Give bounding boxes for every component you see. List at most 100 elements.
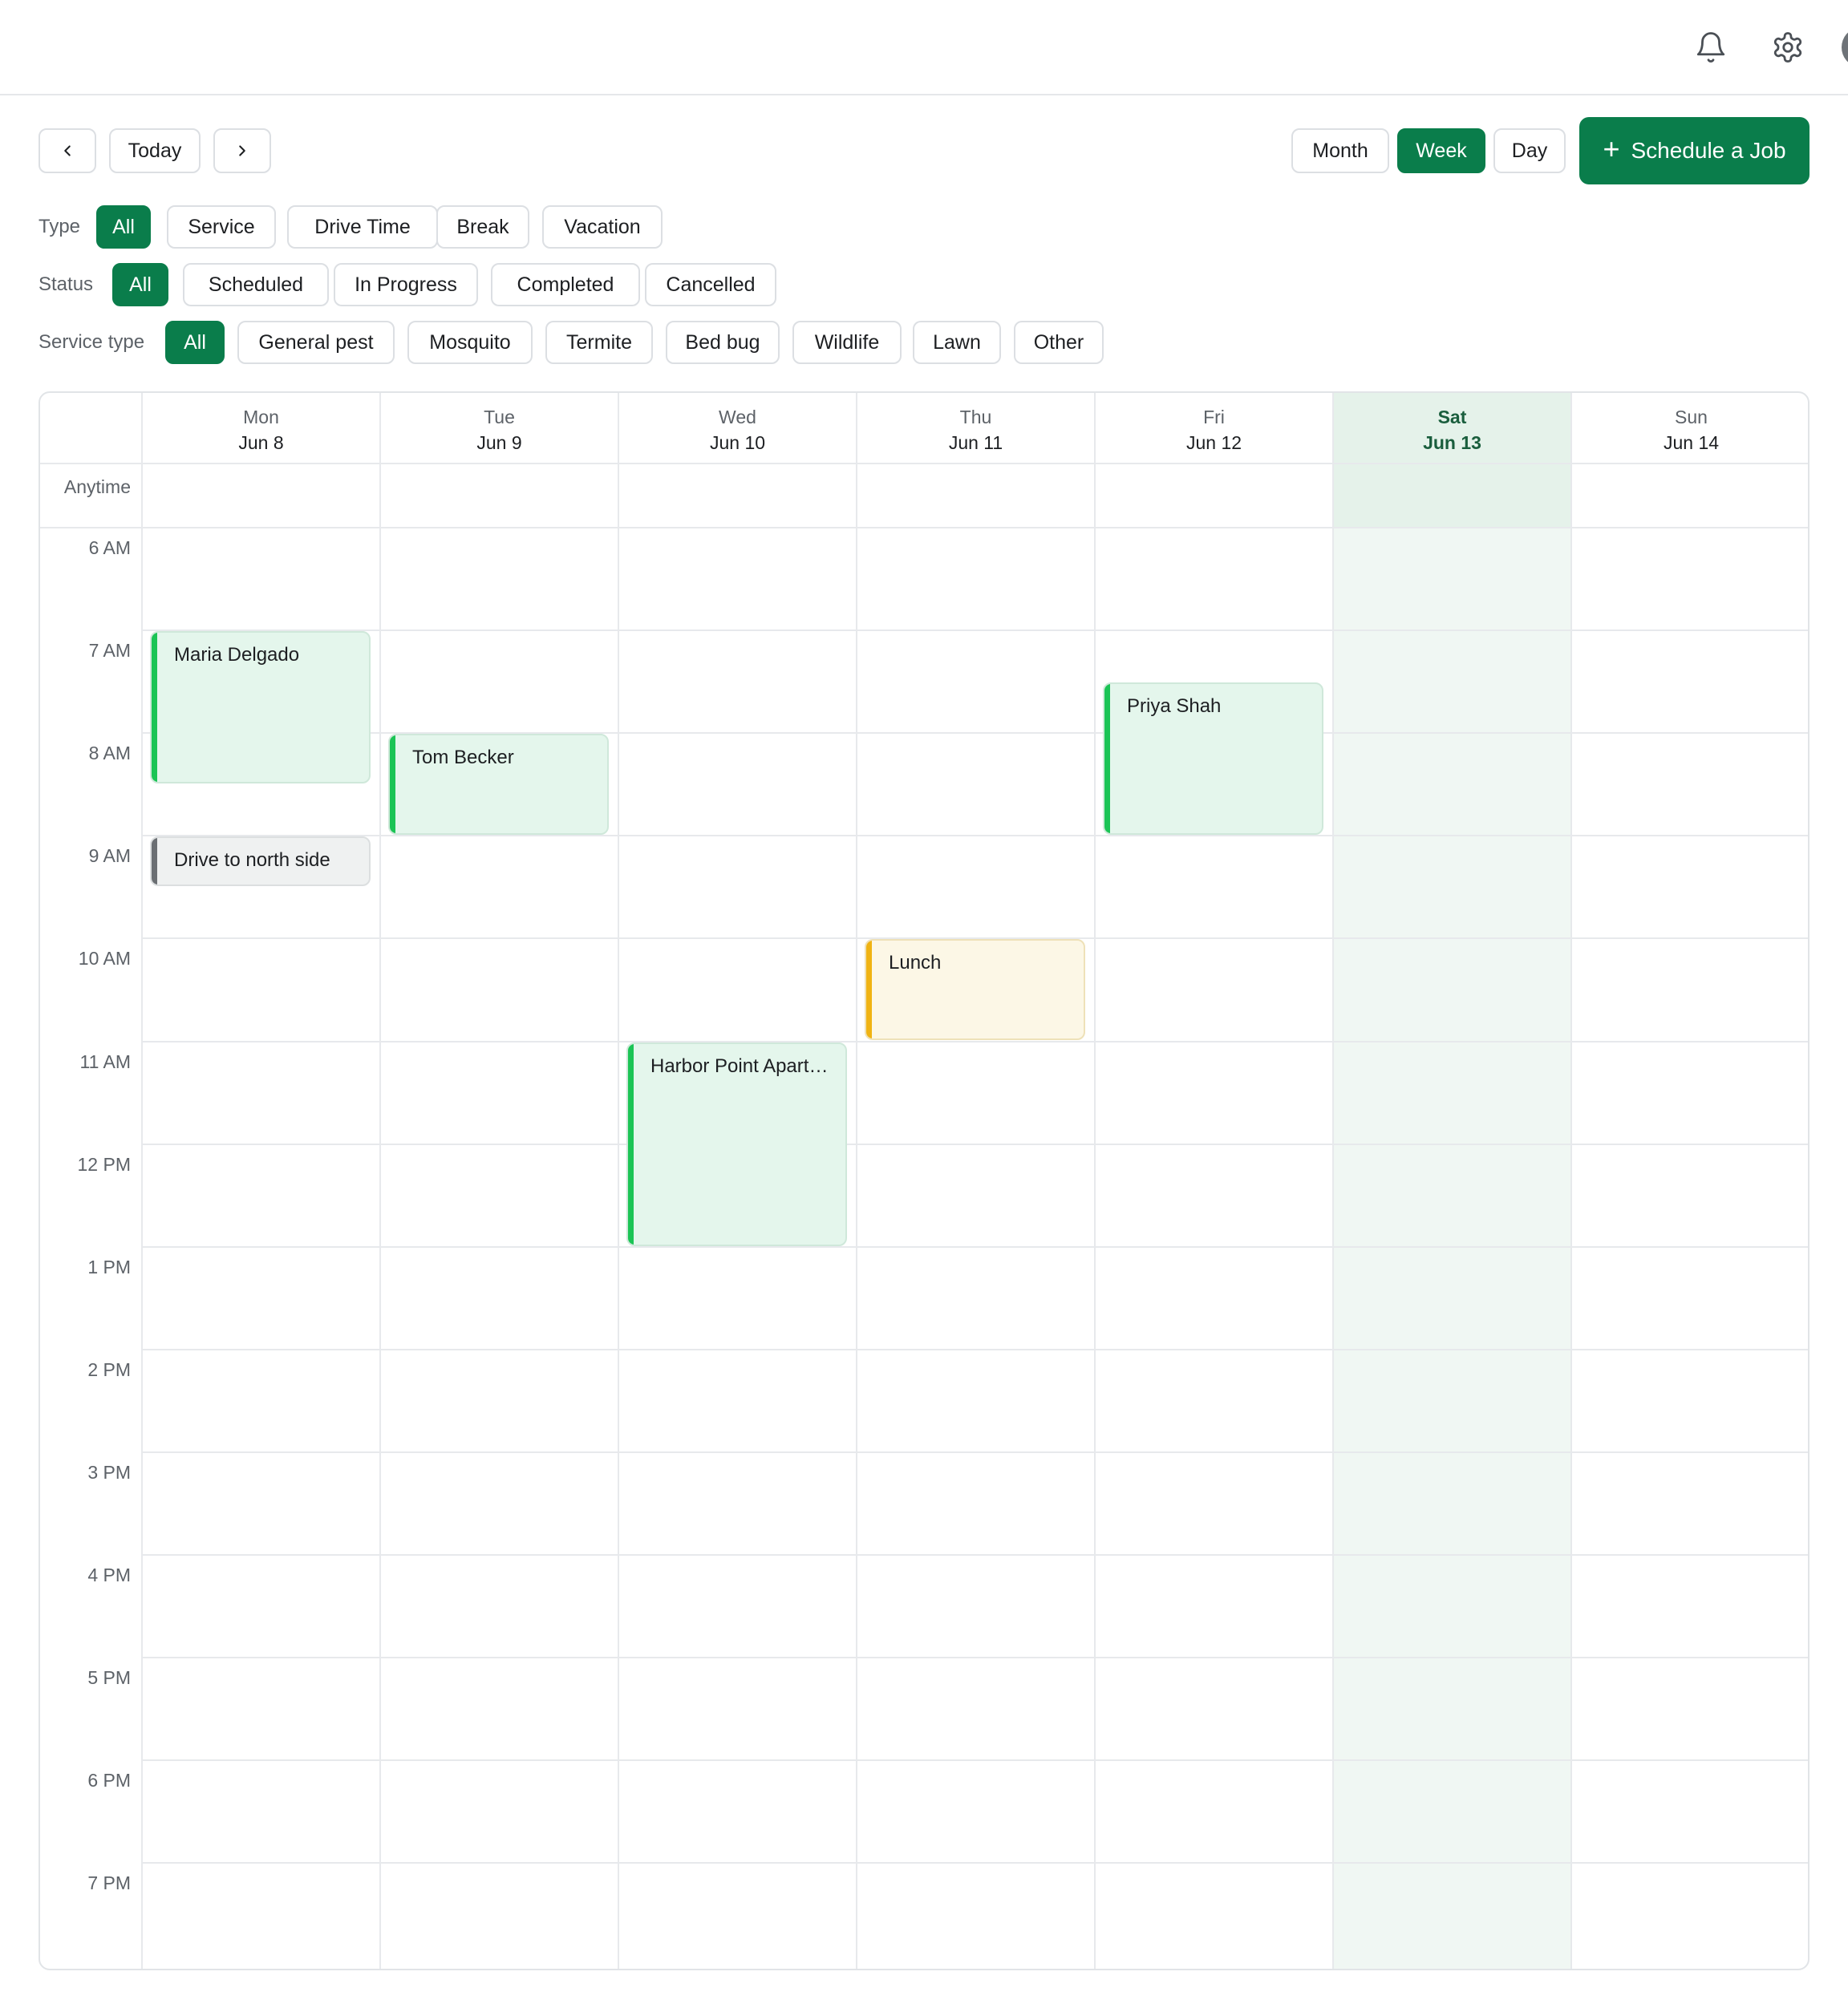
view-day-button[interactable]: Day bbox=[1493, 128, 1566, 173]
chevron-right-icon bbox=[239, 145, 245, 156]
time-label: 6 AM bbox=[88, 537, 131, 558]
avatar[interactable] bbox=[1842, 29, 1848, 66]
event-color-bar bbox=[152, 838, 157, 885]
event-color-bar bbox=[1104, 684, 1110, 834]
filter-chip-type-break[interactable]: Break bbox=[436, 205, 529, 249]
day-date: Jun 14 bbox=[1663, 432, 1720, 453]
filter-chip-service-type-general-pest[interactable]: General pest bbox=[237, 321, 395, 364]
schedule-job-button[interactable]: + Schedule a Job bbox=[1579, 117, 1810, 184]
day-header-wed[interactable]: Wed Jun 10 bbox=[618, 393, 857, 464]
hour-line bbox=[142, 1862, 1808, 1864]
hour-line bbox=[142, 732, 1808, 735]
today-button[interactable]: Today bbox=[109, 128, 201, 173]
filter-chip-status-in-progress[interactable]: In Progress bbox=[334, 263, 478, 306]
time-label: 3 PM bbox=[87, 1461, 131, 1483]
hour-line bbox=[142, 1143, 1808, 1145]
day-header-fri[interactable]: Fri Jun 12 bbox=[1095, 393, 1333, 464]
event-title: Maria Delgado bbox=[174, 644, 300, 666]
event-color-bar bbox=[390, 735, 395, 834]
filter-chip-service-type-termite[interactable]: Termite bbox=[545, 321, 653, 364]
week-calendar: Anytime Mon Jun 8 Tue Jun 9 Wed Jun 10 Thu Jun … bbox=[38, 391, 1810, 1970]
plus-icon: + bbox=[1603, 132, 1620, 165]
day-name: Wed bbox=[719, 407, 756, 427]
time-label: 10 AM bbox=[78, 948, 131, 970]
event-title: Harbor Point Apart… bbox=[650, 1055, 829, 1077]
day-header-mon[interactable]: Mon Jun 8 bbox=[142, 393, 380, 464]
day-header-sun[interactable]: Sun Jun 14 bbox=[1571, 393, 1808, 464]
event-color-bar bbox=[152, 633, 157, 783]
chevron-left-icon bbox=[64, 145, 71, 156]
event-title: Tom Becker bbox=[412, 747, 514, 769]
calendar-event[interactable]: Tom Becker bbox=[388, 734, 609, 836]
day-date: Jun 10 bbox=[709, 432, 766, 453]
time-label: 6 PM bbox=[87, 1770, 131, 1791]
time-label: 5 PM bbox=[87, 1667, 131, 1689]
time-label: 12 PM bbox=[77, 1153, 131, 1175]
event-color-bar bbox=[628, 1043, 634, 1245]
filter-chip-status-all[interactable]: All bbox=[112, 263, 168, 306]
day-name: Sun bbox=[1675, 407, 1708, 427]
prev-week-button[interactable] bbox=[38, 128, 96, 173]
day-name: Tue bbox=[484, 407, 515, 427]
filter-chip-service-type-lawn[interactable]: Lawn bbox=[913, 321, 1001, 364]
filter-chip-type-vacation[interactable]: Vacation bbox=[542, 205, 663, 249]
filter-chip-status-completed[interactable]: Completed bbox=[491, 263, 640, 306]
day-date: Jun 11 bbox=[948, 432, 1003, 453]
top-header bbox=[0, 0, 1848, 95]
day-name: Mon bbox=[243, 407, 279, 427]
filter-chip-status-cancelled[interactable]: Cancelled bbox=[645, 263, 776, 306]
calendar-event[interactable]: Lunch bbox=[865, 939, 1085, 1041]
time-label: 11 AM bbox=[79, 1051, 132, 1072]
filter-chip-service-type-wildlife[interactable]: Wildlife bbox=[792, 321, 902, 364]
event-title: Drive to north side bbox=[174, 849, 330, 872]
day-header-tue[interactable]: Tue Jun 9 bbox=[380, 393, 618, 464]
filter-chip-type-all[interactable]: All bbox=[96, 205, 151, 249]
day-date: Jun 12 bbox=[1185, 432, 1242, 453]
row-divider bbox=[40, 527, 1808, 528]
time-label: 8 AM bbox=[88, 743, 131, 764]
day-name: Sat bbox=[1437, 407, 1467, 427]
hour-line bbox=[142, 1759, 1808, 1762]
day-date: Jun 9 bbox=[476, 432, 522, 453]
event-title: Lunch bbox=[889, 952, 942, 974]
filter-chip-type-service[interactable]: Service bbox=[167, 205, 276, 249]
filter-chip-service-type-bed-bug[interactable]: Bed bug bbox=[666, 321, 780, 364]
hour-line bbox=[142, 1348, 1808, 1350]
schedule-job-label: Schedule a Job bbox=[1631, 138, 1786, 163]
time-label: 7 AM bbox=[88, 640, 131, 662]
anytime-label: Anytime bbox=[63, 476, 131, 497]
filter-label-status: Status bbox=[38, 273, 94, 295]
calendar-event[interactable]: Maria Delgado bbox=[150, 631, 371, 784]
day-name: Thu bbox=[959, 407, 992, 427]
hour-line bbox=[142, 1245, 1808, 1248]
filter-chip-type-drive-time[interactable]: Drive Time bbox=[287, 205, 438, 249]
calendar-event[interactable]: Harbor Point Apart… bbox=[626, 1042, 847, 1246]
day-name: Fri bbox=[1203, 407, 1225, 427]
bell-icon[interactable] bbox=[1694, 30, 1728, 64]
day-date: Jun 8 bbox=[238, 432, 284, 453]
view-month-button[interactable]: Month bbox=[1291, 128, 1389, 173]
time-label: 7 PM bbox=[87, 1872, 131, 1894]
hour-line bbox=[142, 1554, 1808, 1556]
calendar-event[interactable]: Priya Shah bbox=[1103, 682, 1323, 836]
filter-chip-service-type-all[interactable]: All bbox=[165, 321, 225, 364]
next-week-button[interactable] bbox=[213, 128, 271, 173]
time-label: 2 PM bbox=[87, 1358, 131, 1380]
gear-icon[interactable] bbox=[1771, 30, 1805, 64]
filter-chip-status-scheduled[interactable]: Scheduled bbox=[183, 263, 329, 306]
hour-line bbox=[142, 1040, 1808, 1042]
view-week-button[interactable]: Week bbox=[1397, 128, 1485, 173]
day-header-thu[interactable]: Thu Jun 11 bbox=[857, 393, 1095, 464]
filter-chip-service-type-other[interactable]: Other bbox=[1014, 321, 1104, 364]
filter-label-type: Type bbox=[38, 216, 81, 237]
time-label: 4 PM bbox=[87, 1565, 131, 1585]
day-header-sat[interactable]: Sat Jun 13 bbox=[1333, 393, 1571, 464]
hour-line bbox=[142, 1451, 1808, 1453]
hour-line bbox=[142, 630, 1808, 632]
filter-chip-service-type-mosquito[interactable]: Mosquito bbox=[407, 321, 533, 364]
hour-line bbox=[142, 835, 1808, 837]
calendar-event[interactable]: Drive to north side bbox=[150, 836, 371, 887]
time-label: 1 PM bbox=[87, 1256, 131, 1277]
event-title: Priya Shah bbox=[1127, 695, 1222, 718]
event-color-bar bbox=[866, 941, 872, 1039]
